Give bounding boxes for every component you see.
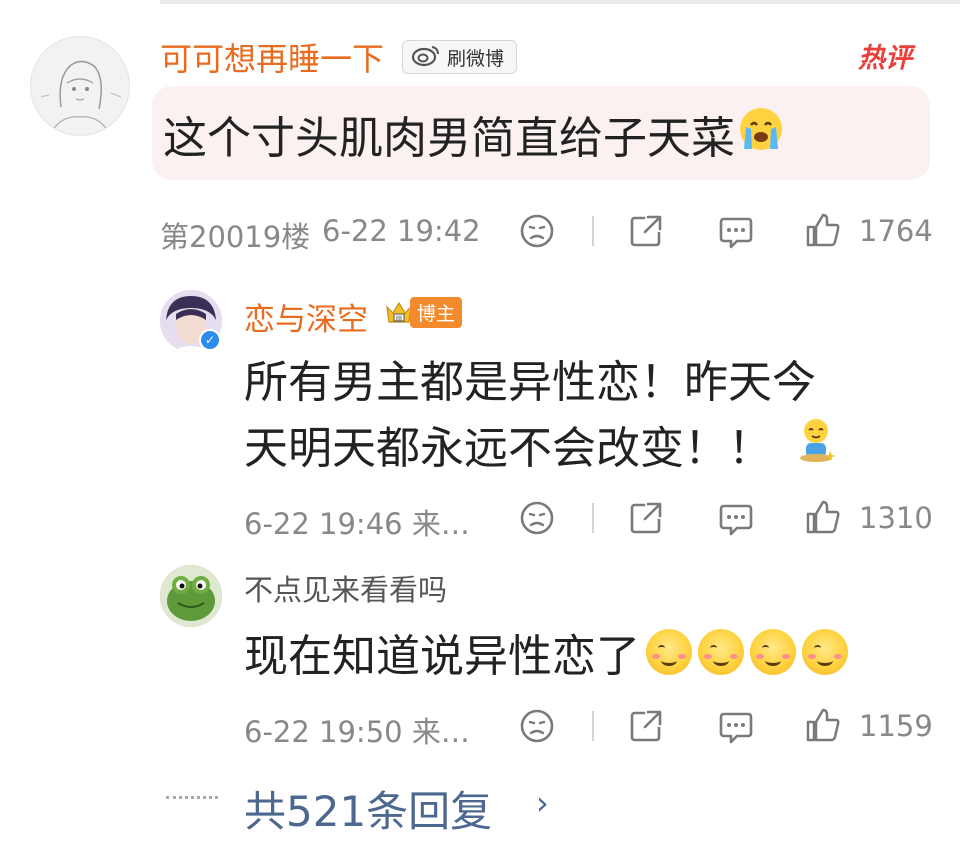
like-icon[interactable] [804,706,842,748]
comment-text-content: 这个寸头肌肉男简直给子天菜 [163,113,735,164]
client-badge: 刷微博 [402,40,518,74]
action-separator [592,711,594,741]
action-separator [592,216,594,246]
dislike-icon[interactable] [519,708,555,748]
share-icon[interactable] [628,500,664,540]
svg-text:III: III [396,315,402,323]
sitting-emoji [794,415,838,474]
author-badge: III 博主 [384,296,463,328]
comment-username[interactable]: 可可想再睡一下 [160,34,384,80]
hot-comment-label: 热评 [858,43,912,74]
like-count: 1159 [859,709,933,743]
smile-emoji [802,629,848,675]
dislike-icon[interactable] [519,500,555,540]
top-divider [160,0,960,4]
share-icon[interactable] [628,213,664,253]
dotted-divider [166,796,218,802]
reply-text-line1: 所有男主都是异性恋！昨天今 [244,357,816,408]
author-badge-label: 博主 [410,296,463,328]
weibo-icon [411,43,441,72]
smile-emoji [698,629,744,675]
more-replies-link[interactable]: 共521条回复 [244,778,492,839]
verified-icon: ✓ [199,329,221,351]
like-icon[interactable] [804,211,842,253]
reply-username[interactable]: 不点见来看看吗 [244,567,447,609]
comment-floor: 第20019楼 [160,220,311,254]
comment-time: 6-22 19:42 [322,214,481,248]
reply-text-line2: 天明天都永远不会改变！！ [244,412,838,476]
comment-text: 这个寸头肌肉男简直给子天菜 [163,102,785,166]
crying-emoji [737,105,785,164]
avatar[interactable] [160,565,222,627]
like-count: 1764 [859,214,933,248]
dislike-icon[interactable] [519,213,555,253]
reply-time: 6-22 19:50 来… [244,715,470,749]
reply-text-content: 现在知道说异性恋了 [244,631,640,682]
comment-icon[interactable] [717,708,755,750]
smile-emoji [646,629,692,675]
reply-text-content: 天明天都永远不会改变！！ [244,423,772,474]
client-badge-label: 刷微博 [447,47,505,70]
chevron-right-icon[interactable]: › [536,784,549,822]
comment-icon[interactable] [717,500,755,542]
like-count: 1310 [859,501,933,535]
smile-emoji [750,629,796,675]
share-icon[interactable] [628,708,664,748]
reply-text: 现在知道说异性恋了 [244,620,848,684]
reply-time: 6-22 19:46 来… [244,507,470,541]
avatar[interactable] [30,36,130,136]
reply-username[interactable]: 恋与深空 [244,294,368,339]
comment-icon[interactable] [717,213,755,255]
like-icon[interactable] [804,498,842,540]
action-separator [592,503,594,533]
